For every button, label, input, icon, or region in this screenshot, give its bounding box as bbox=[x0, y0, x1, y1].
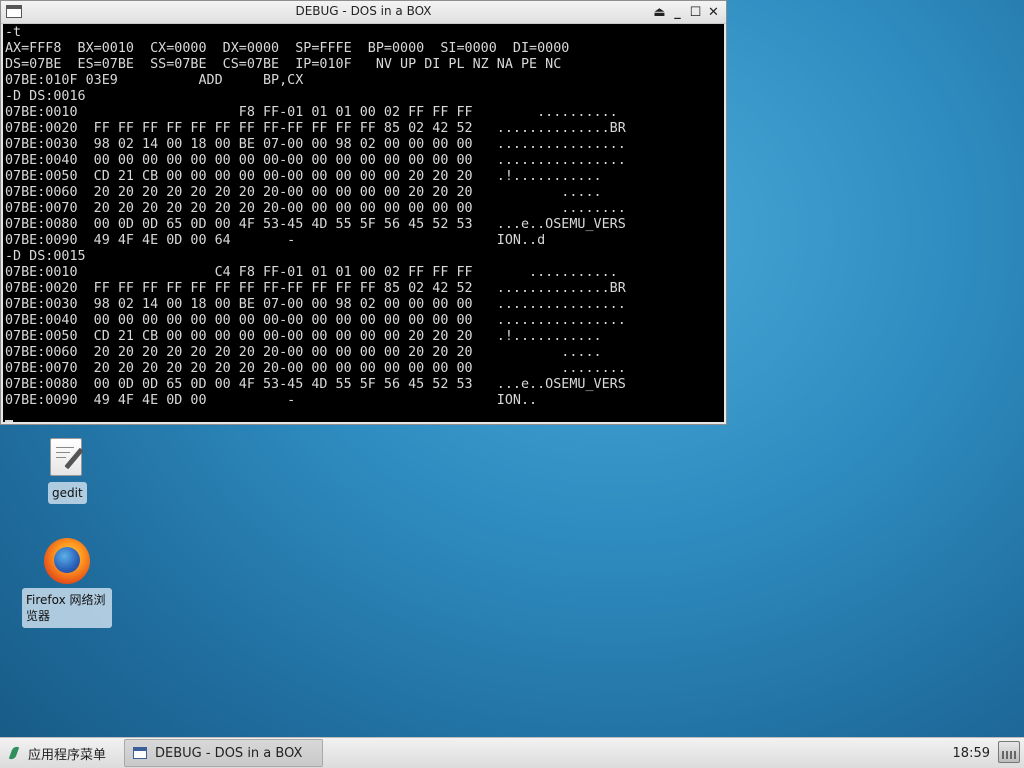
desktop-icon-label: gedit bbox=[48, 482, 87, 504]
applications-menu-button[interactable]: 应用程序菜单 bbox=[8, 738, 106, 768]
terminal-line: 07BE:0060 20 20 20 20 20 20 20 20-00 00 … bbox=[5, 345, 602, 360]
shade-button[interactable]: ⏏ bbox=[651, 3, 668, 21]
applications-menu-label: 应用程序菜单 bbox=[28, 747, 107, 763]
terminal-line: -D DS:0016 bbox=[5, 89, 86, 104]
terminal-line: 07BE:0040 00 00 00 00 00 00 00 00-00 00 … bbox=[5, 313, 626, 328]
terminal-line: 07BE:0010 F8 FF-01 01 01 00 02 FF FF FF … bbox=[5, 105, 618, 120]
terminal-line: 07BE:0080 00 0D 0D 65 0D 00 4F 53-45 4D … bbox=[5, 377, 626, 392]
terminal-line: 07BE:0060 20 20 20 20 20 20 20 20-00 00 … bbox=[5, 185, 602, 200]
menu-leaf-icon bbox=[8, 745, 20, 761]
terminal-line: 07BE:0010 C4 F8 FF-01 01 01 00 02 FF FF … bbox=[5, 265, 618, 280]
keyboard-layout-icon[interactable] bbox=[998, 741, 1020, 763]
desktop-icon-gedit[interactable]: gedit bbox=[48, 436, 87, 504]
terminal-line: 07BE:0020 FF FF FF FF FF FF FF FF-FF FF … bbox=[5, 121, 626, 136]
terminal-line: 07BE:0090 49 4F 4E 0D 00 64 - ION..d bbox=[5, 233, 546, 248]
terminal-line: -D DS:0015 bbox=[5, 249, 86, 264]
terminal-line: 07BE:0050 CD 21 CB 00 00 00 00 00-00 00 … bbox=[5, 329, 602, 344]
taskbar-window-label: DEBUG - DOS in a BOX bbox=[155, 745, 303, 761]
terminal-line: 07BE:0050 CD 21 CB 00 00 00 00 00-00 00 … bbox=[5, 169, 602, 184]
window-titlebar[interactable]: DEBUG - DOS in a BOX ⏏ _ ☐ ✕ bbox=[1, 1, 726, 24]
text-cursor bbox=[5, 420, 13, 422]
taskbar: 应用程序菜单 DEBUG - DOS in a BOX 18:59 bbox=[0, 737, 1024, 768]
terminal-screen[interactable]: -t AX=FFF8 BX=0010 CX=0000 DX=0000 SP=FFF… bbox=[3, 24, 724, 422]
desktop-icon-label: Firefox 网络浏览器 bbox=[22, 588, 112, 628]
firefox-icon bbox=[44, 538, 90, 584]
terminal-line: 07BE:0020 FF FF FF FF FF FF FF FF-FF FF … bbox=[5, 281, 626, 296]
terminal-line: DS=07BE ES=07BE SS=07BE CS=07BE IP=010F … bbox=[5, 57, 562, 72]
terminal-line: 07BE:010F 03E9 ADD BP,CX bbox=[5, 73, 304, 88]
terminal-line: 07BE:0080 00 0D 0D 65 0D 00 4F 53-45 4D … bbox=[5, 217, 626, 232]
close-button[interactable]: ✕ bbox=[705, 3, 722, 21]
maximize-button[interactable]: ☐ bbox=[687, 3, 704, 21]
terminal-line: 07BE:0030 98 02 14 00 18 00 BE 07-00 00 … bbox=[5, 297, 626, 312]
window-title: DEBUG - DOS in a BOX bbox=[295, 4, 432, 18]
terminal-line: 07BE:0030 98 02 14 00 18 00 BE 07-00 00 … bbox=[5, 137, 626, 152]
terminal-line: 07BE:0040 00 00 00 00 00 00 00 00-00 00 … bbox=[5, 153, 626, 168]
window-icon bbox=[133, 747, 147, 759]
terminal-output: -t AX=FFF8 BX=0010 CX=0000 DX=0000 SP=FFF… bbox=[3, 24, 724, 409]
terminal-line: -t bbox=[5, 25, 22, 40]
terminal-line: 07BE:0070 20 20 20 20 20 20 20 20-00 00 … bbox=[5, 361, 626, 376]
terminal-line: 07BE:0090 49 4F 4E 0D 00 - ION.. bbox=[5, 393, 538, 408]
terminal-line: 07BE:0070 20 20 20 20 20 20 20 20-00 00 … bbox=[5, 201, 626, 216]
window-controls: ⏏ _ ☐ ✕ bbox=[651, 3, 722, 21]
taskbar-window-button[interactable]: DEBUG - DOS in a BOX bbox=[124, 739, 323, 767]
clock[interactable]: 18:59 bbox=[953, 738, 990, 768]
dosbox-window[interactable]: DEBUG - DOS in a BOX ⏏ _ ☐ ✕ -t AX=FFF8 B… bbox=[0, 0, 727, 425]
terminal-line: AX=FFF8 BX=0010 CX=0000 DX=0000 SP=FFFE … bbox=[5, 41, 570, 56]
desktop-icon-firefox[interactable]: Firefox 网络浏览器 bbox=[22, 538, 112, 628]
gedit-icon bbox=[48, 436, 86, 478]
minimize-button[interactable]: _ bbox=[669, 3, 686, 21]
